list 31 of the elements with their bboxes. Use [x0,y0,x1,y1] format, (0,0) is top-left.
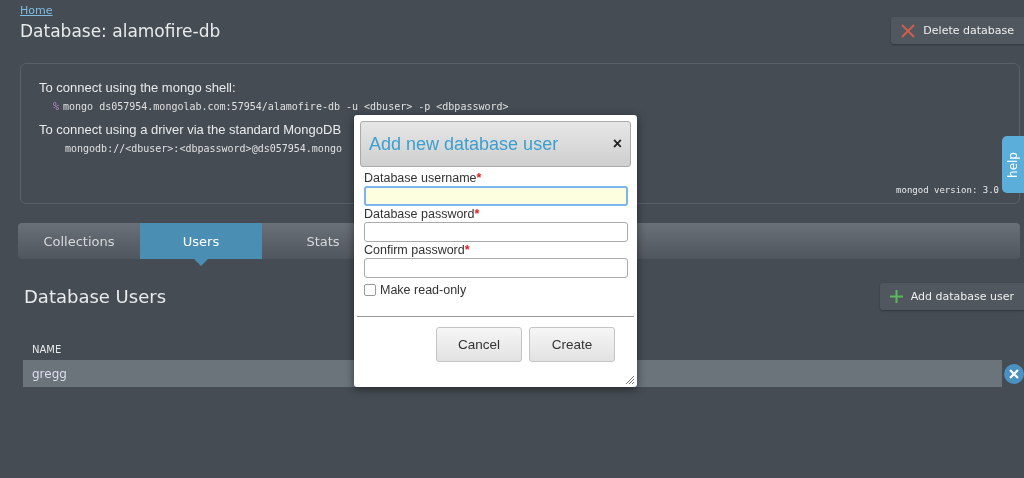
page-title: Database: alamofire-db [20,21,221,41]
resize-grip-icon[interactable] [625,375,635,385]
checkbox-label: Make read-only [380,283,467,297]
tab[interactable]: Collections [18,223,140,259]
delete-database-button[interactable]: Delete database [891,17,1024,44]
shell-command: mongo ds057954.mongolab.com:57954/alamofire-db -u <dbuser> -p <dbpassword> [63,101,509,112]
table-cell: gregg [32,366,67,381]
prompt-symbol: % [53,101,60,112]
input-field[interactable] [364,258,628,278]
home-link[interactable]: Home [20,4,53,17]
close-icon [901,23,916,38]
column-header: NAME [32,344,62,355]
connection-uri: mongodb://<dbuser>:<dbpassword>@ds057954.mongo [65,143,342,154]
checkbox[interactable] [364,284,376,296]
pointer-icon [194,259,208,266]
connection-label: To connect using the mongo shell: [39,80,237,95]
field-label: Database username* [364,171,483,186]
field-label: Confirm password* [364,243,471,258]
plus-icon [889,290,903,303]
dialog-title: Add new database user [369,133,559,155]
input-field[interactable] [364,186,628,206]
create-button[interactable]: Create [529,327,615,362]
connection-label: To connect using a driver via the standard MongoDB [39,122,343,137]
add-database-user-button[interactable]: Add database user [879,283,1024,310]
section-title: Database Users [24,286,166,307]
version-text: mongod version: 3.0 [896,185,999,195]
field-label: Database password* [364,207,481,222]
close-button[interactable]: × [612,135,622,153]
cancel-button[interactable]: Cancel [436,327,522,362]
input-field[interactable] [364,222,628,242]
remove-icon[interactable] [1004,363,1024,384]
